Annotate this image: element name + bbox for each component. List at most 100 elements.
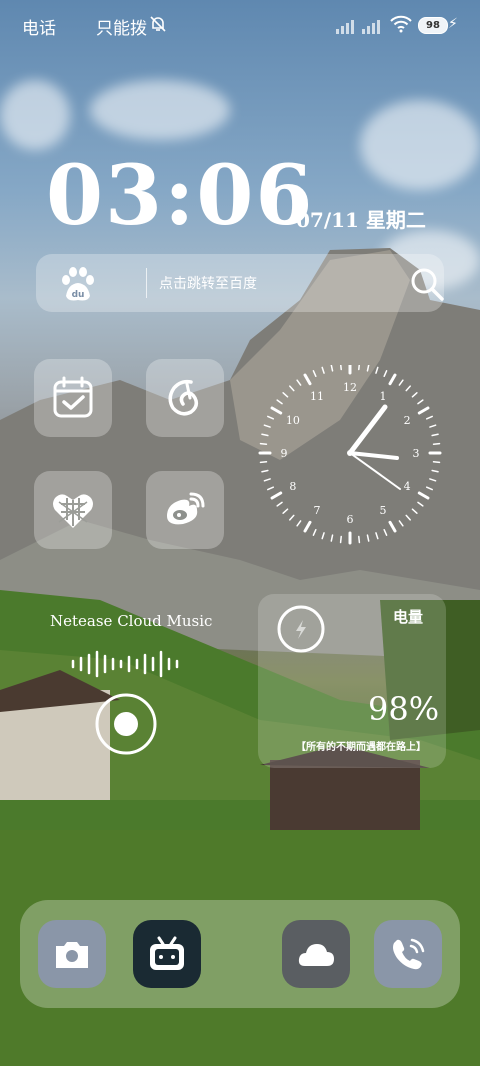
battery-ring-icon [277, 605, 325, 653]
clock-tick [383, 370, 388, 378]
bilibili-app[interactable] [133, 920, 201, 988]
clock-tick [330, 534, 334, 542]
search-prompt[interactable]: 点击跳转至百度 [159, 273, 257, 293]
clock-number: 7 [314, 504, 321, 517]
divider [146, 268, 147, 298]
signal-icon [362, 20, 380, 34]
clock-tick [431, 433, 439, 437]
camera-app[interactable] [38, 920, 106, 988]
clock-tick [366, 534, 370, 542]
clock-number: 9 [281, 447, 288, 460]
clock-tick [303, 520, 312, 533]
clock-tick [312, 370, 317, 378]
clock-tick [411, 508, 418, 514]
clock-tick [263, 424, 271, 428]
clock-number: 8 [289, 480, 296, 493]
clock-tick [429, 424, 437, 428]
clock-tick [388, 373, 397, 386]
svg-text:du: du [72, 290, 85, 300]
clock-tick [289, 514, 295, 521]
search-icon[interactable] [409, 266, 445, 302]
clock-tick [388, 520, 397, 533]
clock-tick [261, 469, 269, 473]
calendar-app[interactable] [34, 359, 112, 437]
dock [20, 900, 460, 1008]
clock-tick [431, 469, 439, 473]
clock-tick [411, 392, 418, 398]
battery-percent: 98% [368, 690, 440, 728]
clock-number: 4 [404, 480, 411, 493]
clock-tick [405, 385, 411, 392]
phone-app[interactable] [374, 920, 442, 988]
music-widget-title: Netease Cloud Music [50, 612, 213, 630]
clock-tick [358, 535, 361, 544]
charging-icon: ⚡ [448, 16, 458, 32]
clock-tick [429, 478, 437, 482]
clock-tick [425, 486, 433, 491]
clock-tick [321, 532, 325, 540]
clock-tick [417, 491, 430, 500]
clock-tick [276, 501, 283, 507]
clock-tick [432, 461, 441, 464]
weather-icon [298, 944, 334, 966]
clock-tick [259, 442, 268, 445]
clock-number: 2 [404, 414, 411, 427]
status-bar: 电话 只能拨 98 ⚡ [0, 14, 480, 39]
analog-clock-widget[interactable]: 121234567891011 [255, 365, 445, 555]
clock-number: 12 [343, 381, 357, 394]
clock-tick [276, 399, 283, 405]
date-label: 07/11 星期二 [296, 208, 426, 232]
clock-tick [263, 478, 271, 482]
clock-tick [405, 514, 411, 521]
clock-tick [267, 486, 275, 491]
wifi-icon [390, 15, 412, 33]
clock-tick [330, 365, 334, 372]
clock-tick [417, 501, 424, 507]
clock-tick [296, 520, 302, 527]
clock-tick [321, 366, 325, 374]
clock-tick [375, 532, 379, 540]
carrier-label: 电话 [22, 19, 56, 39]
clock-number: 5 [380, 504, 387, 517]
clock-tick [296, 379, 302, 386]
camera-icon [56, 942, 88, 968]
play-button[interactable] [94, 692, 158, 756]
clock-tick [261, 433, 269, 437]
bilibili-icon [150, 936, 184, 970]
clock-tick [398, 379, 404, 386]
clock-tick [375, 366, 379, 374]
home-screen: 电话 只能拨 98 ⚡ 03:06 07/11 星期二 du 点击跳转至百度 1… [0, 0, 480, 1066]
bell-off-icon [150, 16, 166, 32]
digital-clock[interactable]: 03:06 [46, 148, 315, 244]
clock-tick [417, 399, 424, 405]
clock-tick [425, 415, 433, 420]
clock-tick [358, 365, 361, 371]
call-mode-label: 只能拨 [96, 19, 147, 39]
clock-tick [339, 365, 342, 371]
netease-music-icon [168, 379, 199, 416]
clock-tick [432, 442, 441, 445]
clock-number: 6 [347, 513, 354, 526]
calendar-check-icon [53, 376, 93, 418]
phone-icon [393, 938, 425, 970]
clock-tick [289, 385, 295, 392]
battery-widget[interactable]: 电量 98% 【所有的不期而遇都在路上】 [258, 594, 446, 768]
weibo-icon [167, 492, 205, 525]
clock-tick [303, 373, 312, 386]
clock-tick [339, 535, 342, 544]
clock-tick [270, 406, 283, 415]
clock-center [347, 450, 353, 456]
netease-music-app[interactable] [146, 359, 224, 437]
clock-tick [270, 491, 283, 500]
weather-app[interactable] [282, 920, 350, 988]
clock-number: 1 [380, 390, 387, 403]
baidu-search-widget[interactable]: du 点击跳转至百度 [36, 254, 444, 312]
battery-label: 电量 [393, 608, 424, 626]
signal-icon [336, 20, 354, 34]
clock-tick [259, 461, 268, 464]
clock-tick [417, 406, 430, 415]
waveform-icon [71, 650, 179, 678]
weibo-app[interactable] [146, 471, 224, 549]
clock-tick [398, 520, 404, 527]
heart-grid-app[interactable] [34, 471, 112, 549]
